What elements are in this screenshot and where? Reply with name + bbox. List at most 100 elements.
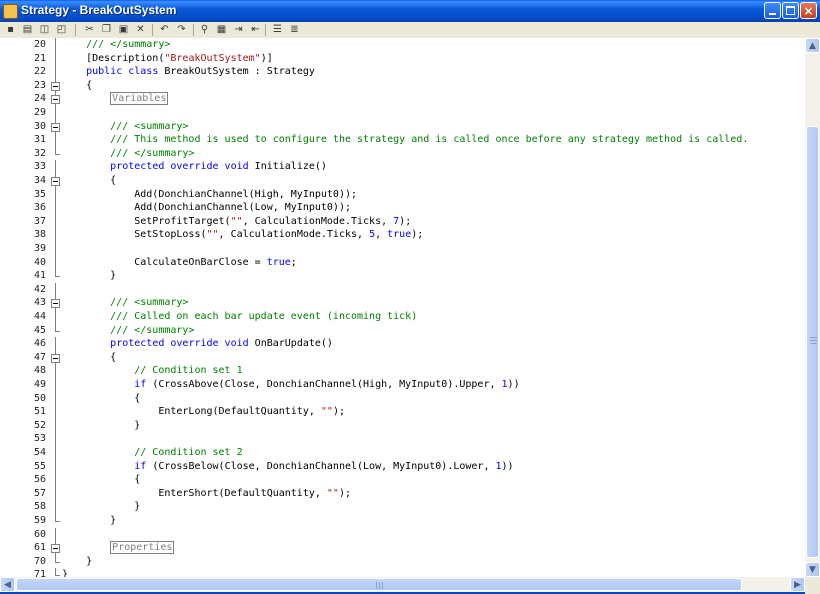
collapsed-region-label[interactable]: Properties: [110, 541, 175, 555]
horizontal-scroll-thumb[interactable]: [16, 578, 742, 591]
code-line[interactable]: 21 [Description("BreakOutSystem")]: [0, 51, 805, 66]
code-text[interactable]: {: [62, 351, 116, 365]
code-text[interactable]: if (CrossBelow(Close, DonchianChannel(Lo…: [62, 460, 513, 474]
vertical-scrollbar[interactable]: ▲ ▼: [805, 38, 820, 577]
code-line[interactable]: 49 if (CrossAbove(Close, DonchianChannel…: [0, 378, 805, 392]
collapse-region-icon[interactable]: [51, 174, 61, 188]
code-text[interactable]: /// Called on each bar update event (inc…: [62, 310, 417, 324]
close-button[interactable]: ×: [800, 2, 817, 19]
code-text[interactable]: }: [62, 419, 140, 433]
scroll-right-button[interactable]: ▶: [790, 577, 805, 592]
code-line[interactable]: 30 /// <summary>: [0, 119, 805, 134]
code-line[interactable]: 20 /// </summary>: [0, 38, 805, 52]
cut-button[interactable]: ✂: [83, 23, 96, 36]
code-line[interactable]: 38 SetStopLoss("", CalculationMode.Ticks…: [0, 228, 805, 243]
code-text[interactable]: Add(DonchianChannel(Low, MyInput0));: [62, 201, 351, 215]
code-line[interactable]: 37 SetProfitTarget("", CalculationMode.T…: [0, 214, 805, 229]
code-line[interactable]: 44 /// Called on each bar update event (…: [0, 310, 805, 324]
code-text[interactable]: }: [62, 514, 116, 528]
code-text[interactable]: {: [62, 392, 140, 406]
code-text[interactable]: // Condition set 2: [62, 446, 242, 460]
code-text[interactable]: {: [62, 174, 116, 188]
collapse-region-icon[interactable]: [51, 296, 61, 311]
code-line[interactable]: 55 if (CrossBelow(Close, DonchianChannel…: [0, 459, 805, 474]
scroll-left-button[interactable]: ◀: [0, 577, 15, 592]
code-line[interactable]: 24 Variables: [0, 92, 805, 107]
comment-button[interactable]: ☰: [271, 23, 284, 36]
code-text[interactable]: /// </summary>: [62, 147, 194, 161]
code-line[interactable]: 39: [0, 242, 805, 256]
code-line[interactable]: 31 /// This method is used to configure …: [0, 133, 805, 148]
collapse-region-icon[interactable]: [51, 92, 61, 107]
code-line[interactable]: 42: [0, 282, 805, 297]
code-line[interactable]: 35 Add(DonchianChannel(High, MyInput0));: [0, 187, 805, 202]
code-text[interactable]: /// </summary>: [62, 38, 170, 52]
copy-button[interactable]: ❐: [100, 23, 113, 36]
code-text[interactable]: }: [62, 568, 68, 577]
code-text[interactable]: }: [62, 555, 92, 569]
code-line[interactable]: 53: [0, 432, 805, 447]
code-text[interactable]: /// <summary>: [62, 296, 188, 310]
code-text[interactable]: Variables: [62, 92, 169, 106]
redo-button[interactable]: ↷: [175, 23, 188, 36]
print-preview-button[interactable]: ◫: [38, 23, 51, 36]
outdent-button[interactable]: ⇤: [249, 23, 262, 36]
code-text[interactable]: [Description("BreakOutSystem")]: [62, 52, 273, 66]
code-line[interactable]: 58 }: [0, 500, 805, 515]
code-line[interactable]: 48 // Condition set 1: [0, 364, 805, 379]
code-text[interactable]: /// <summary>: [62, 120, 188, 134]
print-button[interactable]: ▤: [21, 23, 34, 36]
title-bar[interactable]: Strategy - BreakOutSystem ×: [0, 0, 820, 22]
code-text[interactable]: {: [62, 79, 92, 93]
code-line[interactable]: 36 Add(DonchianChannel(Low, MyInput0));: [0, 201, 805, 216]
code-text[interactable]: if (CrossAbove(Close, DonchianChannel(Hi…: [62, 378, 519, 392]
code-line[interactable]: 46 protected override void OnBarUpdate(): [0, 337, 805, 352]
vertical-scroll-thumb[interactable]: [806, 126, 819, 558]
code-line[interactable]: 51 EnterLong(DefaultQuantity, "");: [0, 405, 805, 420]
delete-button[interactable]: ✕: [134, 23, 147, 36]
collapse-region-icon[interactable]: [51, 541, 61, 556]
compile-button[interactable]: ◰: [55, 23, 68, 36]
code-text[interactable]: SetStopLoss("", CalculationMode.Ticks, 5…: [62, 228, 423, 242]
code-line[interactable]: 47 {: [0, 350, 805, 365]
code-text[interactable]: // Condition set 1: [62, 364, 242, 378]
code-line[interactable]: 33 protected override void Initialize(): [0, 160, 805, 175]
code-line[interactable]: 22 public class BreakOutSystem : Strateg…: [0, 65, 805, 80]
uncomment-button[interactable]: ≣: [288, 23, 301, 36]
undo-button[interactable]: ↶: [158, 23, 171, 36]
collapse-region-icon[interactable]: [51, 350, 61, 365]
code-text[interactable]: protected override void OnBarUpdate(): [62, 337, 333, 351]
code-text[interactable]: Add(DonchianChannel(High, MyInput0));: [62, 188, 357, 202]
code-line[interactable]: 52 }: [0, 418, 805, 433]
collapse-region-icon[interactable]: [51, 78, 61, 93]
collapse-region-icon[interactable]: [51, 119, 61, 134]
code-line[interactable]: 45 /// </summary>: [0, 323, 805, 338]
code-line[interactable]: 57 EnterShort(DefaultQuantity, "");: [0, 486, 805, 501]
code-line[interactable]: 43 /// <summary>: [0, 296, 805, 311]
code-line[interactable]: 41 }: [0, 269, 805, 283]
indent-button[interactable]: ⇥: [232, 23, 245, 36]
code-text[interactable]: SetProfitTarget("", CalculationMode.Tick…: [62, 215, 411, 229]
scroll-down-button[interactable]: ▼: [805, 562, 820, 577]
minimize-button[interactable]: [764, 2, 781, 19]
code-line[interactable]: 71}: [0, 568, 805, 577]
code-text[interactable]: }: [62, 269, 116, 283]
collapsed-region-label[interactable]: Variables: [110, 92, 169, 106]
code-line[interactable]: 23 {: [0, 78, 805, 93]
code-text[interactable]: }: [62, 500, 140, 514]
code-text[interactable]: public class BreakOutSystem : Strategy: [62, 65, 315, 79]
code-text[interactable]: {: [62, 473, 140, 487]
code-editor[interactable]: 20 /// </summary> 21 [Description("BreakO…: [0, 38, 805, 577]
code-text[interactable]: /// This method is used to configure the…: [62, 133, 748, 147]
code-text[interactable]: CalculateOnBarClose = true;: [62, 256, 297, 270]
code-line[interactable]: 29: [0, 106, 805, 120]
code-line[interactable]: 56 {: [0, 473, 805, 488]
code-line[interactable]: 54 // Condition set 2: [0, 446, 805, 460]
code-line[interactable]: 40 CalculateOnBarClose = true;: [0, 255, 805, 270]
code-text[interactable]: EnterShort(DefaultQuantity, "");: [62, 487, 351, 501]
replace-button[interactable]: ▦: [215, 23, 228, 36]
code-line[interactable]: 59 }: [0, 514, 805, 528]
code-text[interactable]: EnterLong(DefaultQuantity, "");: [62, 405, 345, 419]
code-text[interactable]: Properties: [62, 541, 175, 555]
code-line[interactable]: 32 /// </summary>: [0, 146, 805, 161]
